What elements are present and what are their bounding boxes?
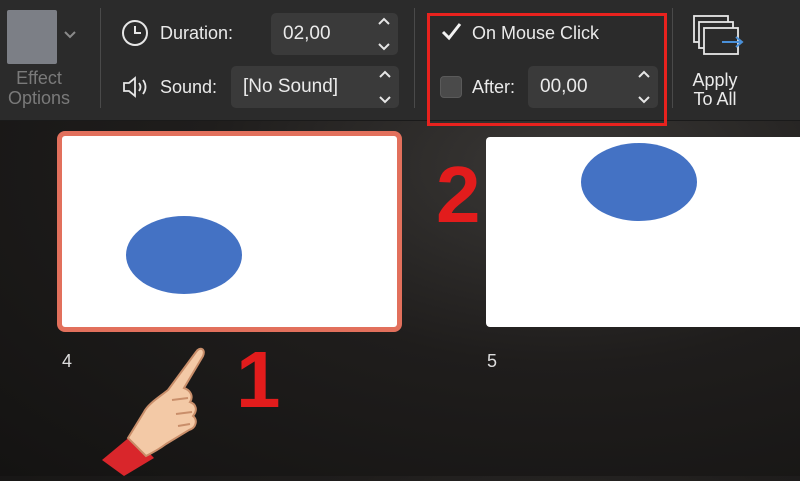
slide-thumbnail-5[interactable] — [486, 137, 800, 327]
effect-options-thumbnail[interactable] — [7, 10, 57, 64]
sound-value: [No Sound] — [243, 76, 339, 97]
apply-to-all-label-line2: To All — [693, 89, 737, 109]
apply-to-all-button[interactable]: Apply To All — [684, 71, 746, 109]
step-2-annotation: 2 — [436, 150, 481, 239]
separator — [672, 8, 673, 108]
chevron-up-icon[interactable] — [378, 17, 390, 26]
oval-shape — [581, 143, 697, 221]
sound-label: Sound: — [160, 77, 218, 97]
duration-value[interactable]: 02,00 — [283, 23, 331, 45]
step-1-annotation: 1 — [236, 335, 281, 424]
apply-to-all-label-line1: Apply — [692, 70, 738, 90]
advance-slide-highlight — [427, 13, 667, 126]
effect-options-label-line2: Options — [7, 88, 71, 108]
chevron-down-icon — [379, 96, 391, 104]
pointing-hand-icon — [92, 340, 212, 481]
separator — [414, 8, 415, 108]
chevron-down-icon[interactable] — [378, 42, 390, 51]
speaker-icon — [121, 75, 151, 104]
select-arrows — [379, 70, 391, 104]
apply-to-all-icon[interactable] — [690, 12, 746, 69]
clock-icon — [121, 19, 149, 52]
chevron-up-icon — [379, 70, 391, 78]
slide-thumbnail-4[interactable] — [57, 131, 402, 332]
duration-label: Duration: — [160, 23, 234, 43]
sound-select[interactable]: [No Sound] — [231, 66, 399, 108]
slide-number-4: 4 — [62, 351, 73, 371]
effect-options-label-line1: Effect — [16, 68, 62, 88]
duration-stepper[interactable]: 02,00 — [271, 13, 398, 55]
effect-options-label[interactable]: Effect Options — [0, 68, 78, 108]
slide-number-5: 5 — [487, 351, 498, 371]
chevron-down-icon[interactable] — [64, 26, 76, 44]
separator — [100, 8, 101, 108]
oval-shape — [126, 216, 242, 294]
transitions-toolbar: Effect Options Duration: 02,00 Sound: [N… — [0, 0, 800, 126]
stepper-arrows — [378, 17, 390, 51]
